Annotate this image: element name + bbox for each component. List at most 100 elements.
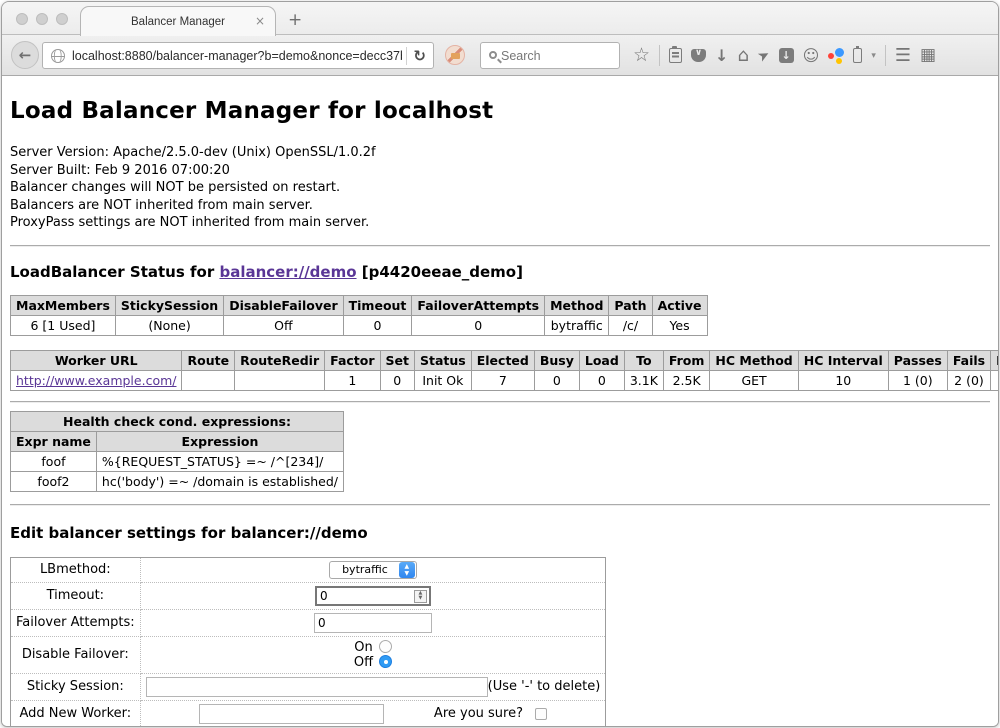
- header-hc-uri: HC uri: [991, 350, 999, 370]
- cell-expr-name: foof2: [11, 471, 97, 491]
- worker-table: Worker URL Route RouteRedir Factor Set S…: [10, 350, 999, 391]
- back-button[interactable]: ←: [11, 41, 39, 69]
- header-disablefailover: DisableFailover: [224, 295, 343, 315]
- cell-hc-interval: 10: [798, 370, 888, 390]
- urlbar-divider: [406, 47, 407, 65]
- timeout-label: Timeout:: [11, 582, 141, 609]
- menu-icon[interactable]: ☰: [895, 47, 911, 65]
- server-built-line: Server Built: Feb 9 2016 07:00:20: [10, 162, 990, 180]
- sticky-session-hint: (Use '-' to delete): [488, 679, 601, 694]
- colorful-extension-icon[interactable]: [828, 48, 844, 64]
- header-busy: Busy: [534, 350, 579, 370]
- home-icon[interactable]: ⌂: [737, 47, 748, 65]
- search-input[interactable]: [501, 49, 619, 63]
- url-input[interactable]: [72, 49, 402, 63]
- header-set: Set: [380, 350, 414, 370]
- number-spinner-icon[interactable]: ▲▼: [414, 590, 427, 603]
- cell-expression: %{REQUEST_STATUS} =~ /^[234]/: [96, 451, 343, 471]
- cell-load: 0: [579, 370, 624, 390]
- radio-off-button[interactable]: [379, 655, 392, 668]
- cell-elected: 7: [471, 370, 534, 390]
- add-worker-input[interactable]: [199, 704, 384, 724]
- search-bar[interactable]: [480, 42, 620, 69]
- cell-hc-method: GET: [710, 370, 798, 390]
- zoom-window-button[interactable]: [56, 13, 68, 25]
- form-row-add-worker: Add New Worker: Are you sure?: [11, 700, 606, 727]
- edit-settings-heading: Edit balancer settings for balancer://de…: [10, 524, 990, 542]
- worker-row: http://www.example.com/ 1 0 Init Ok 7 0 …: [11, 370, 1000, 390]
- globe-icon: [51, 49, 65, 63]
- radio-off-label: Off: [354, 655, 373, 670]
- health-header-row: Expr name Expression: [11, 431, 344, 451]
- health-check-table: Health check cond. expressions: Expr nam…: [10, 411, 344, 492]
- cell-method: bytraffic: [545, 315, 609, 335]
- smiley-icon[interactable]: ☺: [803, 48, 820, 64]
- header-passes: Passes: [888, 350, 947, 370]
- cell-passes: 1 (0): [888, 370, 947, 390]
- header-factor: Factor: [325, 350, 380, 370]
- table-header-row: Worker URL Route RouteRedir Factor Set S…: [11, 350, 1000, 370]
- disable-failover-label: Disable Failover:: [11, 636, 141, 673]
- failover-attempts-input[interactable]: [314, 613, 432, 633]
- header-load: Load: [579, 350, 624, 370]
- header-failoverattempts: FailoverAttempts: [412, 295, 545, 315]
- balancer-demo-link[interactable]: balancer://demo: [219, 263, 356, 281]
- pocket-icon[interactable]: [691, 49, 706, 62]
- tab-strip: Balancer Manager × +: [2, 2, 998, 35]
- header-routeredir: RouteRedir: [235, 350, 325, 370]
- tab-close-icon[interactable]: ×: [255, 14, 265, 28]
- minimize-window-button[interactable]: [36, 13, 48, 25]
- close-window-button[interactable]: [16, 13, 28, 25]
- cell-status: Init Ok: [415, 370, 472, 390]
- toolbar-icons: ☆ ↓ ⌂ ➤ ↓ ☺ ▾ ☰ ▦: [633, 35, 936, 76]
- are-you-sure-checkbox[interactable]: [535, 708, 547, 720]
- header-worker-url: Worker URL: [11, 350, 182, 370]
- clipboard-icon[interactable]: [669, 48, 682, 63]
- failover-attempts-label: Failover Attempts:: [11, 609, 141, 636]
- sticky-session-input[interactable]: [146, 677, 488, 697]
- cell-busy: 0: [534, 370, 579, 390]
- lbmethod-select[interactable]: bytraffic ▲▼: [329, 561, 417, 579]
- downloads-icon[interactable]: ↓: [715, 48, 728, 64]
- header-route: Route: [182, 350, 235, 370]
- header-path: Path: [609, 295, 652, 315]
- worker-url-link[interactable]: http://www.example.com/: [16, 373, 176, 388]
- grid-extension-icon[interactable]: ▦: [920, 47, 936, 64]
- header-stickysession: StickySession: [115, 295, 223, 315]
- status-heading-prefix: LoadBalancer Status for: [10, 263, 219, 281]
- browser-tab[interactable]: Balancer Manager ×: [80, 6, 276, 36]
- header-maxmembers: MaxMembers: [11, 295, 116, 315]
- header-from: From: [663, 350, 710, 370]
- blocked-content-icon[interactable]: [445, 45, 465, 65]
- inherit-notice-line: Balancers are NOT inherited from main se…: [10, 197, 990, 215]
- lbmethod-label: LBmethod:: [11, 557, 141, 582]
- overflow-caret-icon[interactable]: ▾: [871, 51, 876, 61]
- sticky-session-label: Sticky Session:: [11, 673, 141, 700]
- lbmethod-selected-value: bytraffic: [330, 563, 398, 576]
- header-active: Active: [652, 295, 707, 315]
- form-row-timeout: Timeout: ▲▼: [11, 582, 606, 609]
- radio-on-button[interactable]: [379, 640, 392, 653]
- cell-expr-name: foof: [11, 451, 97, 471]
- panel-download-icon[interactable]: ↓: [779, 48, 794, 63]
- bookmark-star-icon[interactable]: ☆: [633, 46, 650, 65]
- send-tab-icon[interactable]: ➤: [755, 47, 772, 65]
- reload-icon[interactable]: ↻: [413, 47, 426, 65]
- toolbar-divider: [659, 45, 660, 66]
- section-divider: [10, 401, 990, 403]
- page-content: Load Balancer Manager for localhost Serv…: [2, 76, 998, 727]
- header-status: Status: [415, 350, 472, 370]
- health-row: foof2 hc('body') =~ /domain is establish…: [11, 471, 344, 491]
- form-row-failover-attempts: Failover Attempts:: [11, 609, 606, 636]
- health-title-row: Health check cond. expressions:: [11, 411, 344, 431]
- tab-title: Balancer Manager: [131, 16, 225, 28]
- header-method: Method: [545, 295, 609, 315]
- battery-icon[interactable]: [853, 48, 862, 63]
- new-tab-button[interactable]: +: [288, 10, 302, 30]
- navigation-toolbar: ← ↻ ☆ ↓ ⌂ ➤ ↓ ☺ ▾: [2, 35, 998, 76]
- are-you-sure-label: Are you sure?: [434, 706, 523, 721]
- section-divider: [10, 245, 990, 247]
- cell-disablefailover: Off: [224, 315, 343, 335]
- url-bar[interactable]: ↻: [42, 42, 434, 69]
- cell-fails: 2 (0): [947, 370, 990, 390]
